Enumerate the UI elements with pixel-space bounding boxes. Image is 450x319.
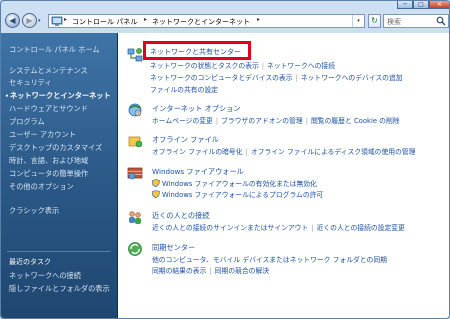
maximize-button[interactable]: □ bbox=[413, 1, 429, 9]
sidebar-item-hardware[interactable]: ハードウェアとサウンド bbox=[9, 104, 88, 114]
manage-disk-usage-link[interactable]: オフライン ファイルによるディスク領域の使用の管理 bbox=[251, 148, 416, 156]
breadcrumb-control-panel[interactable]: コントロール パネル bbox=[72, 17, 137, 27]
shield-icon bbox=[152, 190, 160, 198]
control-panel-window: ─ □ ✕ ◀ ▶ ▾ ▸ コントロール パネル ▸ ネットワークとインターネッ… bbox=[0, 0, 450, 319]
search-box[interactable]: 検索 bbox=[383, 14, 449, 28]
network-center-row-1: ネットワークの状態とタスクの表示 | ネットワークへの接続 bbox=[150, 62, 336, 70]
connect-network-link[interactable]: ネットワークへの接続 bbox=[267, 62, 335, 70]
title-bar: ─ □ ✕ bbox=[1, 1, 449, 9]
sidebar-home-link[interactable]: コントロール パネル ホーム bbox=[9, 45, 100, 55]
sync-center-row-1: 他のコンピュータ、モバイル デバイスまたはネットワーク フォルダとの同期 bbox=[152, 254, 387, 264]
sidebar-classic-view-link[interactable]: クラシック表示 bbox=[9, 206, 59, 216]
offline-files-icon bbox=[128, 136, 143, 148]
control-panel-icon bbox=[51, 16, 63, 26]
toggle-firewall-link[interactable]: Windows ファイアウォールの有効化または無効化 bbox=[162, 180, 317, 188]
sync-with-devices-link[interactable]: 他のコンピュータ、モバイル デバイスまたはネットワーク フォルダとの同期 bbox=[152, 256, 387, 264]
resolve-sync-conflicts-link[interactable]: 同期の競合の解決 bbox=[215, 267, 269, 275]
address-bar[interactable]: ▸ コントロール パネル ▸ ネットワークとインターネット ▸ ▾ bbox=[48, 14, 365, 28]
sign-in-out-link[interactable]: 近くの人との接続のサインインまたはサインアウト bbox=[152, 224, 308, 232]
manage-addons-link[interactable]: ブラウザのアドオンの管理 bbox=[221, 117, 303, 125]
back-button[interactable]: ◀ bbox=[5, 13, 20, 28]
network-center-link[interactable]: ネットワークと共有センター bbox=[150, 47, 241, 57]
delete-history-link[interactable]: 閲覧の履歴と Cookie の削除 bbox=[311, 117, 400, 125]
recent-task-connect[interactable]: ネットワークへの接続 bbox=[9, 271, 81, 281]
firewall-row-2: Windows ファイアウォールによるプログラムの許可 bbox=[152, 189, 323, 199]
internet-options-link[interactable]: インターネット オプション bbox=[152, 104, 241, 114]
people-near-me-icon bbox=[129, 211, 141, 224]
breadcrumb-network-internet[interactable]: ネットワークとインターネット bbox=[152, 17, 250, 27]
breadcrumb-separator: ▸ bbox=[144, 16, 148, 23]
shield-icon bbox=[152, 179, 160, 187]
view-sync-results-link[interactable]: 同期の結果の表示 bbox=[152, 267, 206, 275]
sync-center-link[interactable]: 同期センター bbox=[152, 243, 195, 253]
refresh-button[interactable]: ↻ bbox=[368, 14, 381, 28]
navigation-bar: ◀ ▶ ▾ ▸ コントロール パネル ▸ ネットワークとインターネット ▸ ▾ … bbox=[1, 9, 449, 33]
breadcrumb-separator: ▸ bbox=[257, 16, 261, 23]
file-sharing-settings-link[interactable]: ファイルの共有の設定 bbox=[150, 86, 218, 94]
people-near-me-link[interactable]: 近くの人との接続 bbox=[152, 211, 209, 221]
firewall-icon bbox=[127, 167, 143, 180]
sidebar-item-user-accounts[interactable]: ユーザー アカウント bbox=[9, 130, 76, 140]
recent-pages-dropdown[interactable]: ▾ bbox=[38, 18, 45, 24]
add-device-link[interactable]: ネットワークへのデバイスの追加 bbox=[301, 74, 403, 82]
sidebar-item-desktop[interactable]: デスクトップのカスタマイズ bbox=[9, 143, 102, 153]
sidebar-item-security[interactable]: セキュリティ bbox=[9, 78, 52, 88]
sidebar-item-system[interactable]: システムとメンテナンス bbox=[9, 66, 88, 76]
change-homepage-link[interactable]: ホームページの変更 bbox=[152, 117, 213, 125]
sync-center-row-2: 同期の結果の表示 | 同期の競合の解決 bbox=[152, 267, 270, 275]
firewall-link[interactable]: Windows ファイアウォール bbox=[152, 167, 244, 177]
breadcrumb-separator: ▸ bbox=[64, 16, 68, 23]
network-center-icon bbox=[127, 48, 143, 62]
sidebar-divider bbox=[7, 251, 111, 252]
minimize-button[interactable]: ─ bbox=[397, 1, 413, 9]
sidebar-item-ease-of-access[interactable]: コンピュータの簡単操作 bbox=[9, 169, 88, 179]
sidebar-item-clock-language[interactable]: 時計、言語、および地域 bbox=[9, 156, 88, 166]
network-center-row-2: ネットワークのコンピュータとデバイスの表示 | ネットワークへのデバイスの追加 bbox=[150, 74, 403, 82]
sidebar: コントロール パネル ホーム システムとメンテナンス セキュリティ •ネットワー… bbox=[1, 33, 118, 318]
firewall-row-1: Windows ファイアウォールの有効化または無効化 bbox=[152, 178, 317, 188]
address-dropdown[interactable]: ▾ bbox=[352, 15, 364, 27]
sidebar-item-programs[interactable]: プログラム bbox=[9, 117, 45, 127]
forward-button[interactable]: ▶ bbox=[22, 13, 37, 28]
view-network-devices-link[interactable]: ネットワークのコンピュータとデバイスの表示 bbox=[150, 74, 293, 82]
search-input[interactable]: 検索 bbox=[387, 17, 401, 27]
internet-options-row-1: ホームページの変更 | ブラウザのアドオンの管理 | 閲覧の履歴と Cookie の削除 bbox=[152, 117, 400, 125]
network-center-row-3: ファイルの共有の設定 bbox=[150, 84, 218, 94]
offline-files-row-1: オフライン ファイルの暗号化 | オフライン ファイルによるディスク領域の使用の管理 bbox=[152, 148, 416, 156]
view-network-status-link[interactable]: ネットワークの状態とタスクの表示 bbox=[150, 62, 259, 70]
sidebar-item-other-options[interactable]: その他のオプション bbox=[9, 182, 74, 192]
recent-tasks-heading: 最近のタスク bbox=[9, 258, 51, 266]
internet-options-icon bbox=[128, 103, 142, 117]
sidebar-item-network[interactable]: •ネットワークとインターネット bbox=[5, 91, 111, 101]
people-near-me-row-1: 近くの人との接続のサインインまたはサインアウト | 近くの人との接続の設定変更 bbox=[152, 224, 405, 232]
offline-files-link[interactable]: オフライン ファイル bbox=[152, 135, 219, 145]
people-near-me-settings-link[interactable]: 近くの人との接続の設定変更 bbox=[317, 224, 405, 232]
close-button[interactable]: ✕ bbox=[429, 1, 449, 9]
sidebar-item-label: ネットワークとインターネット bbox=[10, 91, 111, 100]
sync-center-icon bbox=[128, 242, 142, 256]
allow-program-link[interactable]: Windows ファイアウォールによるプログラムの許可 bbox=[162, 191, 323, 199]
search-icon[interactable] bbox=[436, 16, 446, 26]
encrypt-offline-files-link[interactable]: オフライン ファイルの暗号化 bbox=[152, 148, 243, 156]
recent-task-hidden-files[interactable]: 隠しファイルとフォルダの表示 bbox=[9, 284, 110, 294]
